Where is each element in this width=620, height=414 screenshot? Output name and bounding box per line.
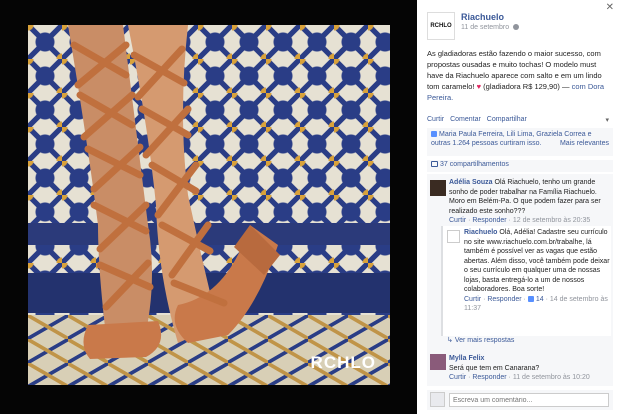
write-comment-bar: [427, 390, 613, 410]
avatar[interactable]: [430, 180, 446, 196]
comment-input[interactable]: [449, 393, 609, 407]
post-actions: Curtir Comentar Compartilhar ▾: [427, 116, 613, 124]
more-replies-label[interactable]: Ver mais respostas: [455, 337, 515, 344]
page-avatar[interactable]: RCHLO: [427, 12, 455, 40]
page-name-link[interactable]: Riachuelo: [461, 12, 504, 22]
comment-reply-button[interactable]: Responder: [472, 217, 506, 224]
options-chevron-icon[interactable]: ▾: [605, 116, 609, 124]
comment-like-button[interactable]: Curtir: [449, 374, 466, 381]
avatar: [430, 392, 445, 407]
reply-item: Riachuelo Olá, Adélia! Cadastre seu curr…: [464, 228, 610, 314]
post-price: (gladiadora R$ 129,90) —: [483, 82, 570, 91]
post-text: As gladiadoras estão fazendo o maior suc…: [427, 48, 613, 103]
avatar[interactable]: [447, 230, 460, 243]
post-timestamp[interactable]: 11 de setembro: [461, 24, 520, 31]
post-date-text: 11 de setembro: [461, 24, 510, 31]
gladiator-sandals-illustration: [68, 25, 280, 359]
shares-count[interactable]: 37 compartilhamentos: [440, 161, 509, 168]
share-button[interactable]: Compartilhar: [487, 116, 527, 123]
thumbs-up-icon: [431, 131, 437, 138]
comment-reply-button[interactable]: Responder: [487, 296, 521, 303]
comment-author[interactable]: Riachuelo: [464, 229, 497, 236]
post-photo[interactable]: RCHLO: [28, 25, 390, 385]
comment-button[interactable]: Comentar: [450, 116, 481, 123]
comment-author[interactable]: Mylla Felix: [449, 355, 484, 362]
globe-icon: [513, 24, 520, 31]
post-side-panel: ✕ RCHLO Riachuelo 11 de setembro As glad…: [417, 0, 620, 414]
avatar[interactable]: [430, 354, 446, 370]
share-icon: [431, 161, 438, 168]
comment-meta: Curtir · Responder · 11 de setembro às 1…: [449, 374, 590, 381]
comments-list: Adélia Souza Olá Riachuelo, tenho um gra…: [427, 174, 613, 386]
comment-author[interactable]: Adélia Souza: [449, 179, 493, 186]
post-header: RCHLO Riachuelo 11 de setembro: [427, 12, 612, 40]
comment-item: Mylla Felix Será que tem em Canarana? Cu…: [449, 354, 609, 383]
comment-time[interactable]: 12 de setembro às 20:35: [513, 217, 590, 224]
like-button[interactable]: Curtir: [427, 116, 444, 123]
comment-likes-count[interactable]: 14: [536, 296, 544, 303]
likes-summary[interactable]: Maria Paula Ferreira, Lili Lima, Graziel…: [427, 128, 613, 156]
shares-summary[interactable]: 37 compartilhamentos: [427, 160, 613, 172]
comment-meta: Curtir · Responder · 12 de setembro às 2…: [449, 217, 591, 224]
most-relevant-filter[interactable]: Mais relevantes: [560, 139, 609, 148]
comment-text: Olá, Adélia! Cadastre seu currículo no s…: [464, 229, 610, 293]
comment-item: Adélia Souza Olá Riachuelo, tenho um gra…: [449, 178, 609, 226]
comment-meta: Curtir · Responder · 14 · 14 de setembro…: [464, 295, 608, 313]
brand-watermark: RCHLO: [310, 353, 376, 372]
reply-thread: Riachuelo Olá, Adélia! Cadastre seu curr…: [441, 226, 611, 336]
comment-text: Será que tem em Canarana?: [449, 364, 540, 372]
comment-reply-button[interactable]: Responder: [472, 374, 506, 381]
thumbs-up-icon: [527, 295, 534, 302]
comment-time[interactable]: 11 de setembro às 10:20: [513, 374, 590, 381]
comment-like-button[interactable]: Curtir: [464, 296, 481, 303]
view-more-replies-link[interactable]: ↳ Ver mais respostas: [447, 336, 514, 344]
heart-icon: ♥: [476, 82, 482, 91]
comment-like-button[interactable]: Curtir: [449, 217, 466, 224]
